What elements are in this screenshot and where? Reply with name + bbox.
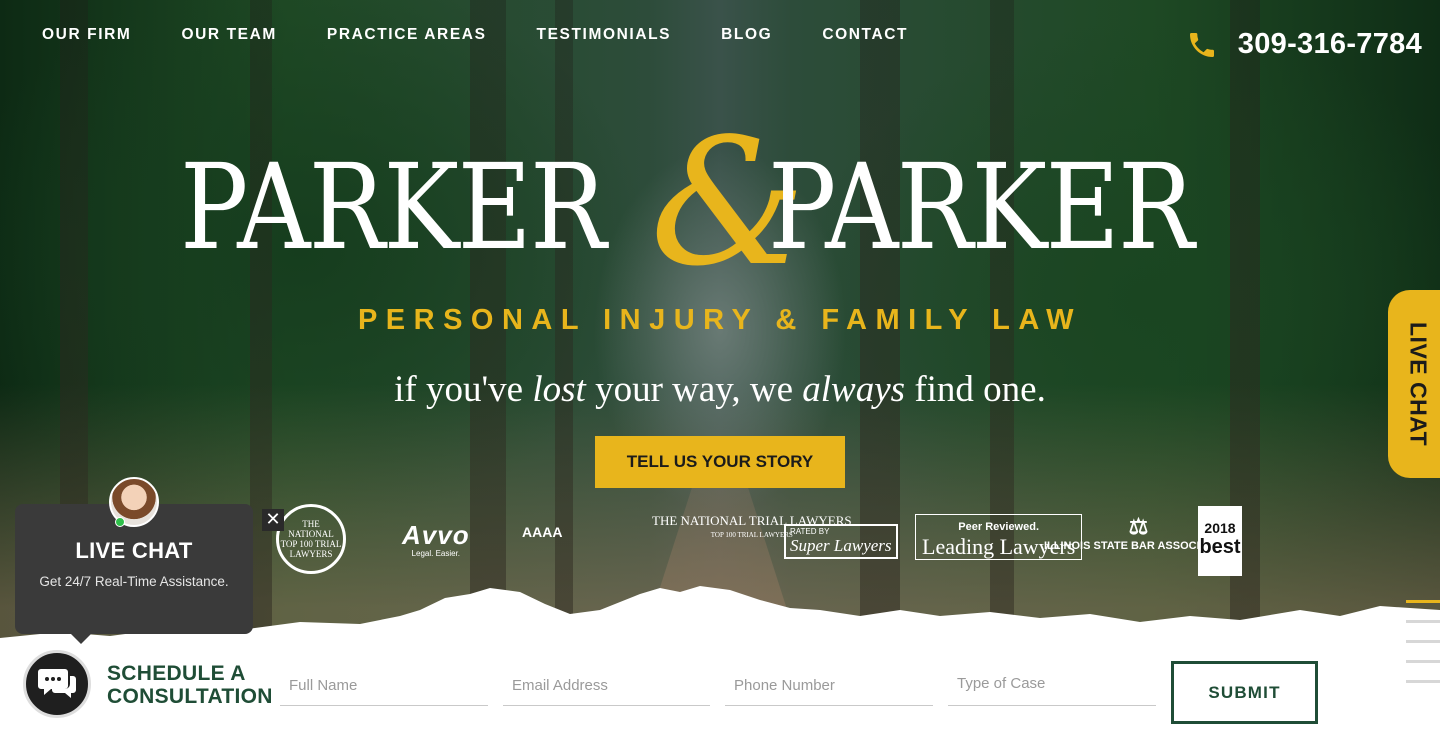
page-section-indicator[interactable] [1406, 600, 1440, 700]
badge-aaaa: AAAA [522, 524, 563, 540]
badge-national-top-100: THE NATIONAL TOP 100 TRIAL LAWYERS [276, 504, 346, 574]
slogan-part: find one. [905, 369, 1046, 410]
avvo-logo: Avvo [402, 520, 470, 550]
slogan-emphasis: lost [532, 369, 586, 410]
section-indicator[interactable] [1406, 680, 1440, 683]
logo-word-left: PARKER [180, 138, 606, 276]
online-status-dot [115, 517, 125, 527]
phone-icon [1189, 32, 1214, 57]
full-name-input[interactable] [280, 666, 488, 706]
avvo-tagline: Legal. Easier. [411, 549, 461, 558]
badge-super-lawyers: RATED BY Super Lawyers [784, 524, 898, 559]
chat-bubble-icon [38, 669, 76, 698]
badge-avvo: Avvo Legal. Easier. [402, 520, 470, 558]
schedule-line-2: CONSULTATION [107, 685, 273, 708]
nav-testimonials[interactable]: TESTIMONIALS [537, 26, 672, 44]
logo-word-right: PARKER [768, 138, 1194, 276]
firm-logo[interactable]: PARKER & PARKER [180, 104, 1260, 304]
nav-contact[interactable]: CONTACT [822, 26, 908, 44]
section-indicator-active[interactable] [1406, 600, 1440, 603]
chat-popup-subtitle: Get 24/7 Real-Time Assistance. [39, 574, 229, 589]
super-pre: RATED BY [790, 527, 830, 536]
schedule-consultation-heading: SCHEDULE A CONSULTATION [107, 662, 273, 708]
slogan-part: if you've [394, 369, 533, 410]
best-year: 2018 [1204, 520, 1236, 536]
phone-input[interactable] [725, 666, 933, 706]
case-type-input[interactable] [948, 661, 1156, 706]
submit-button[interactable]: SUBMIT [1171, 661, 1318, 724]
section-indicator[interactable] [1406, 620, 1440, 623]
live-chat-side-tab[interactable]: LIVE CHAT [1388, 290, 1440, 478]
hero-slogan: if you've lost your way, we always find … [0, 368, 1440, 411]
super-title: Super Lawyers [790, 536, 892, 555]
hero-tagline: PERSONAL INJURY & FAMILY LAW [357, 304, 1083, 336]
chat-launcher-button[interactable] [23, 650, 91, 718]
schedule-line-1: SCHEDULE A [107, 662, 246, 685]
chat-popup-title: LIVE CHAT [75, 538, 193, 563]
phone-number[interactable]: 309-316-7784 [1238, 28, 1422, 61]
header-phone[interactable]: 309-316-7784 [1186, 28, 1422, 61]
main-nav: OUR FIRM OUR TEAM PRACTICE AREAS TESTIMO… [42, 26, 908, 44]
badge-best-of: 2018 best [1198, 506, 1242, 576]
tell-us-your-story-button[interactable]: TELL US YOUR STORY [595, 436, 845, 488]
live-chat-tab-label: LIVE CHAT [1405, 321, 1432, 447]
section-indicator[interactable] [1406, 640, 1440, 643]
slogan-emphasis: always [802, 369, 906, 410]
close-icon[interactable]: ✕ [262, 509, 284, 531]
nav-blog[interactable]: BLOG [721, 26, 772, 44]
section-indicator[interactable] [1406, 660, 1440, 663]
nav-our-firm[interactable]: OUR FIRM [42, 26, 131, 44]
nav-practice-areas[interactable]: PRACTICE AREAS [327, 26, 487, 44]
email-input[interactable] [503, 666, 710, 706]
slogan-part: your way, we [585, 369, 803, 410]
award-badges: THE NATIONAL TOP 100 TRIAL LAWYERS Avvo … [270, 504, 1260, 580]
nav-our-team[interactable]: OUR TEAM [181, 26, 276, 44]
best-word: best [1199, 536, 1241, 558]
